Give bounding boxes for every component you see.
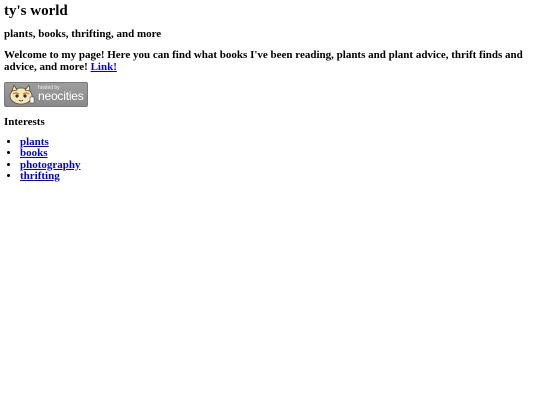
page-title: ty's world (4, 3, 68, 19)
interest-link-photography[interactable]: photography (20, 159, 81, 171)
interests-heading: Interests (4, 116, 45, 128)
interest-link-thrifting[interactable]: thrifting (20, 170, 60, 182)
badge-brand-text: neocities (38, 89, 84, 103)
page-subtitle: plants, books, thrifting, and more (4, 28, 162, 40)
neocities-cat-icon (9, 85, 35, 105)
welcome-paragraph: Welcome to my page! Here you can find wh… (4, 49, 536, 73)
welcome-text: Welcome to my page! Here you can find wh… (4, 49, 523, 73)
interests-list-item: thrifting (20, 170, 81, 182)
neocities-badge[interactable]: hosted by neocities (4, 82, 88, 107)
welcome-link[interactable]: Link! (91, 61, 117, 73)
interest-link-plants[interactable]: plants (20, 136, 49, 148)
interest-link-books[interactable]: books (20, 147, 48, 159)
interests-list: plants books photography thrifting (4, 136, 81, 182)
